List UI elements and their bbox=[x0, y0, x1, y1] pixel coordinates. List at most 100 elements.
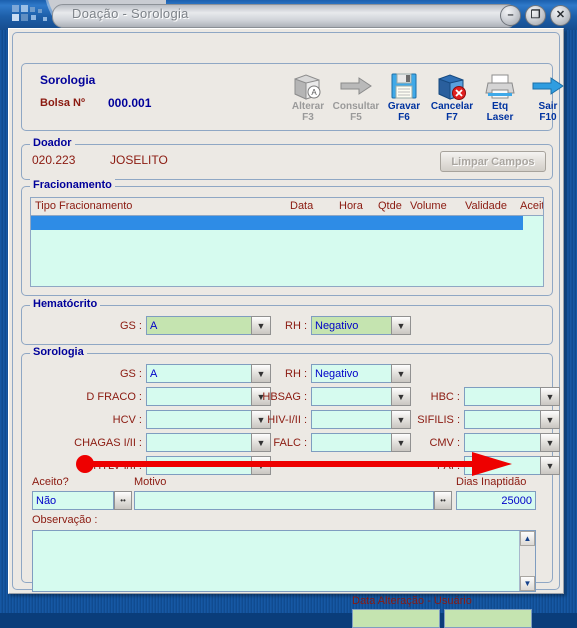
scroll-down-icon[interactable]: ▼ bbox=[520, 576, 535, 591]
sorologia-htlv-value[interactable] bbox=[146, 456, 251, 475]
toolbar-button-alterar[interactable]: A Alterar F3 bbox=[284, 69, 332, 123]
window-title: Doação - Sorologia bbox=[72, 6, 189, 21]
page-title: Sorologia bbox=[40, 73, 96, 87]
dias-inaptidao-value[interactable]: 25000 bbox=[456, 491, 536, 510]
header-group: Sorologia Bolsa Nº 000.001 A Alterar F3 … bbox=[21, 63, 564, 131]
grid-col-aceito[interactable]: Aceito bbox=[520, 200, 543, 212]
chevron-down-icon[interactable]: ▼ bbox=[540, 410, 560, 429]
sorologia-pai-value[interactable] bbox=[464, 456, 540, 475]
sorologia-cmv-value[interactable] bbox=[464, 433, 540, 452]
grid-col-qtde[interactable]: Qtde bbox=[378, 200, 402, 212]
sorologia-falc-label: FALC : bbox=[273, 436, 307, 449]
sorologia-hbc-combo[interactable]: ▼ bbox=[464, 387, 560, 406]
toolbar-label-sair: Sair bbox=[538, 101, 558, 112]
toolbar-key-laser: Laser bbox=[486, 112, 514, 123]
chevron-down-icon[interactable]: ▼ bbox=[540, 433, 560, 452]
sorologia-falc-value[interactable] bbox=[311, 433, 391, 452]
chevron-down-icon[interactable]: ▼ bbox=[540, 456, 560, 475]
toolbar-label-consultar: Consultar bbox=[332, 101, 380, 112]
grid-selected-row[interactable] bbox=[31, 216, 523, 230]
hematocrito-gs-combo[interactable]: A ▼ bbox=[146, 316, 271, 335]
sorologia-pai-label: PAI : bbox=[436, 459, 460, 472]
consultar-arrow-icon bbox=[339, 69, 373, 101]
data-alteracao-user-field[interactable] bbox=[444, 609, 532, 628]
chevron-down-icon[interactable]: ▼ bbox=[391, 364, 411, 383]
bolsa-value: 000.001 bbox=[108, 96, 152, 110]
chevron-down-icon[interactable]: ▼ bbox=[391, 433, 411, 452]
aceito-lookup-button[interactable]: •• bbox=[114, 491, 132, 510]
close-button[interactable]: ✕ bbox=[550, 5, 571, 26]
sorologia-hiv-value[interactable] bbox=[311, 410, 391, 429]
dias-inaptidao-caption: Dias Inaptidão bbox=[456, 476, 527, 488]
chevron-down-icon[interactable]: ▼ bbox=[391, 410, 411, 429]
sorologia-cmv-label: CMV : bbox=[429, 436, 460, 449]
sorologia-pai-combo[interactable]: ▼ bbox=[464, 456, 560, 475]
sorologia-hbsag-value[interactable] bbox=[311, 387, 391, 406]
fracionamento-grid[interactable]: Tipo Fracionamento Data Hora Qtde Volume… bbox=[30, 197, 544, 287]
hematocrito-gs-value[interactable]: A bbox=[146, 316, 251, 335]
sorologia-cmv-combo[interactable]: ▼ bbox=[464, 433, 560, 452]
hematocrito-gs-label: GS : bbox=[119, 319, 142, 332]
sorologia-sifilis-combo[interactable]: ▼ bbox=[464, 410, 560, 429]
chevron-down-icon[interactable]: ▼ bbox=[251, 456, 271, 475]
toolbar-key-consultar: F5 bbox=[350, 112, 362, 123]
minimize-button[interactable]: – bbox=[500, 5, 521, 26]
sorologia-hbsag-label: HBSAG : bbox=[262, 390, 307, 403]
sorologia-group: Sorologia GS : A ▼ RH : Negativo ▼ D FRA… bbox=[21, 346, 560, 628]
chevron-down-icon[interactable]: ▼ bbox=[391, 316, 411, 335]
sorologia-hbsag-combo[interactable]: ▼ bbox=[311, 387, 411, 406]
sorologia-rh-value[interactable]: Negativo bbox=[311, 364, 391, 383]
chevron-down-icon[interactable]: ▼ bbox=[251, 364, 271, 383]
sorologia-falc-combo[interactable]: ▼ bbox=[311, 433, 411, 452]
motivo-lookup-button[interactable]: •• bbox=[434, 491, 452, 510]
maximize-button[interactable]: ❐ bbox=[525, 5, 546, 26]
sorologia-hbc-value[interactable] bbox=[464, 387, 540, 406]
sorologia-chagas-label: CHAGAS I/II : bbox=[74, 436, 142, 449]
doador-group: Doador 020.223 JOSELITO Limpar Campos bbox=[21, 137, 553, 180]
toolbar-button-sair[interactable]: Sair F10 bbox=[524, 69, 572, 123]
toolbar-label-cancelar: Cancelar bbox=[430, 101, 474, 112]
toolbar-key-sair: F10 bbox=[539, 112, 557, 123]
limpar-campos-button[interactable]: Limpar Campos bbox=[440, 151, 546, 172]
toolbar-button-gravar[interactable]: Gravar F6 bbox=[380, 69, 428, 123]
grid-col-tipo[interactable]: Tipo Fracionamento bbox=[35, 200, 132, 212]
toolbar-button-cancelar[interactable]: Cancelar F7 bbox=[428, 69, 476, 123]
form-panel: Sorologia Bolsa Nº 000.001 A Alterar F3 … bbox=[12, 32, 564, 628]
sorologia-htlv-combo[interactable]: ▼ bbox=[146, 456, 271, 475]
chevron-down-icon[interactable]: ▼ bbox=[391, 387, 411, 406]
grid-col-volume[interactable]: Volume bbox=[410, 200, 447, 212]
grid-col-hora[interactable]: Hora bbox=[339, 200, 363, 212]
printer-icon bbox=[484, 69, 516, 101]
svg-text:A: A bbox=[311, 88, 317, 97]
toolbar-button-etq-laser[interactable]: Etq Laser bbox=[476, 69, 524, 123]
motivo-value[interactable] bbox=[134, 491, 434, 510]
aceito-value[interactable]: Não bbox=[32, 491, 114, 510]
sorologia-hiv-label: HIV-I/II : bbox=[267, 413, 307, 426]
title-bar: Doação - Sorologia – ❐ ✕ bbox=[0, 0, 577, 30]
fracionamento-group: Fracionamento Tipo Fracionamento Data Ho… bbox=[21, 179, 553, 296]
observacao-scrollbar[interactable]: ▲ ▼ bbox=[519, 531, 535, 591]
sorologia-dfraco-label: D FRACO : bbox=[86, 390, 142, 403]
sorologia-gs-combo[interactable]: A ▼ bbox=[146, 364, 271, 383]
alterar-icon: A bbox=[292, 69, 324, 101]
grid-col-data[interactable]: Data bbox=[290, 200, 313, 212]
aceito-caption: Aceito? bbox=[32, 476, 69, 488]
observacao-textarea[interactable]: ▲ ▼ bbox=[32, 530, 536, 592]
data-alteracao-caption: Data Alteração - Usuário bbox=[352, 595, 472, 607]
chevron-down-icon[interactable]: ▼ bbox=[251, 316, 271, 335]
doador-group-label: Doador bbox=[30, 137, 75, 149]
sorologia-htlv-label: HTLV-I/II : bbox=[93, 459, 142, 472]
sorologia-hiv-combo[interactable]: ▼ bbox=[311, 410, 411, 429]
toolbar-key-cancelar: F7 bbox=[446, 112, 458, 123]
scroll-up-icon[interactable]: ▲ bbox=[520, 531, 535, 546]
doador-name: JOSELITO bbox=[110, 153, 168, 167]
sorologia-sifilis-value[interactable] bbox=[464, 410, 540, 429]
grid-col-validade[interactable]: Validade bbox=[465, 200, 507, 212]
hematocrito-rh-combo[interactable]: Negativo ▼ bbox=[311, 316, 411, 335]
toolbar-button-consultar[interactable]: Consultar F5 bbox=[332, 69, 380, 123]
hematocrito-rh-value[interactable]: Negativo bbox=[311, 316, 391, 335]
sorologia-rh-combo[interactable]: Negativo ▼ bbox=[311, 364, 411, 383]
chevron-down-icon[interactable]: ▼ bbox=[540, 387, 560, 406]
data-alteracao-date-field[interactable] bbox=[352, 609, 440, 628]
sorologia-gs-value[interactable]: A bbox=[146, 364, 251, 383]
